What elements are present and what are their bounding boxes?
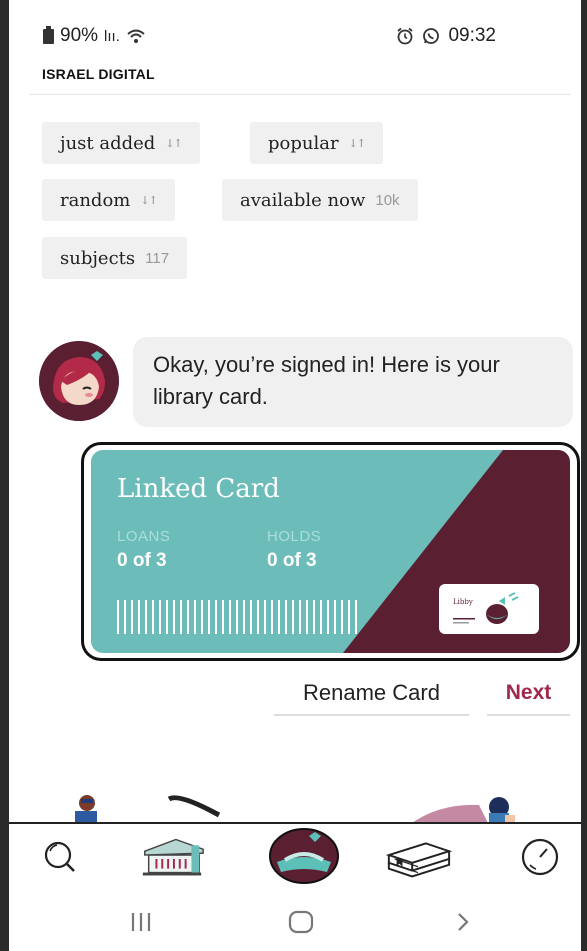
shelf-icon [385,842,453,878]
home-button[interactable] [271,902,331,942]
whatsapp-icon [423,28,440,44]
search-icon [44,841,75,872]
clock: 09:32 [448,25,496,46]
back-icon [458,913,469,931]
alarm-icon [397,27,414,45]
chip-count: 10k [375,191,400,209]
chip-label: random [60,189,131,211]
sort-arrows-icon: ↓↑ [165,136,182,150]
nav-search[interactable] [25,824,95,890]
recent-apps-button[interactable] [111,902,171,942]
chip-subjects[interactable]: subjects 117 [42,237,188,279]
header-divider [29,94,571,95]
chip-label: available now [240,189,366,211]
battery-level: 90% [60,25,99,46]
battery-icon [43,25,54,44]
phone-screen: 90% lıı. 09:32 ISRAEL DIGITAL just added… [9,0,581,951]
library-name: ISRAEL DIGITAL [42,66,155,82]
status-right: 09:32 [396,25,496,47]
chip-label: popular [268,132,339,154]
status-bar: 90% lıı. 09:32 [9,0,581,60]
sort-arrows-icon: ↓↑ [140,193,157,207]
recent-apps-icon [131,913,151,931]
library-logo: Libby [439,584,539,634]
chip-popular[interactable]: popular ↓↑ [250,122,384,164]
next-button[interactable]: Next [487,676,570,716]
chip-count: 117 [145,249,170,267]
back-button[interactable] [433,902,493,942]
chip-label: just added [60,132,156,154]
card-title: Linked Card [117,474,280,504]
signal-icon: lıı. [104,27,120,45]
library-card[interactable]: Linked Card LOANS 0 of 3 HOLDS 0 of 3 Li… [91,450,570,653]
chip-random[interactable]: random ↓↑ [42,179,175,221]
card-barcode [117,600,357,634]
nav-home[interactable] [269,828,339,884]
system-nav-bar [9,890,581,951]
message-bubble: Okay, you’re signed in! Here is your lib… [133,337,573,427]
home-icon [288,910,314,934]
holds-value: 0 of 3 [267,550,317,571]
chip-available-now[interactable]: available now 10k [222,179,418,221]
nav-shelf[interactable] [383,824,453,890]
nav-timeline[interactable] [505,824,575,890]
nav-library[interactable] [137,824,207,890]
status-left: 90% lıı. [43,25,146,47]
chip-just-added[interactable]: just added ↓↑ [42,122,200,164]
libby-home-icon [269,828,339,884]
library-icon [142,838,204,876]
rename-card-button[interactable]: Rename Card [274,676,469,716]
wifi-icon [127,29,145,43]
chip-label: subjects [60,247,136,269]
loans-label: LOANS [117,528,171,545]
timeline-icon [521,838,559,876]
holds-label: HOLDS [267,528,322,545]
message-text: Okay, you’re signed in! Here is your lib… [153,352,500,409]
libby-avatar [39,341,119,421]
loans-value: 0 of 3 [117,550,167,571]
sort-arrows-icon: ↓↑ [348,136,366,150]
footer-illustration [9,785,581,825]
